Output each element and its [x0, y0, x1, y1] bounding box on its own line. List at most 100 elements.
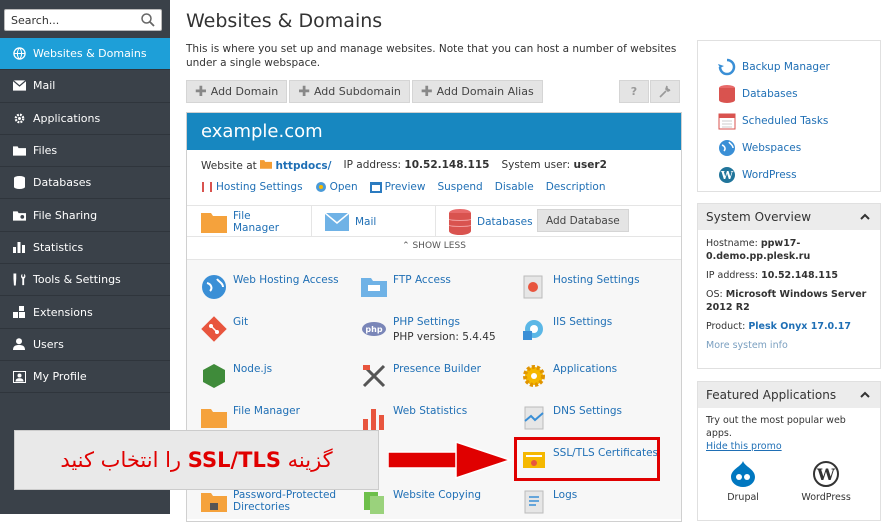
logs-icon	[524, 490, 544, 514]
web-statistics[interactable]: Web Statistics	[361, 405, 467, 431]
sidebar-item-databases[interactable]: Databases	[0, 167, 170, 200]
wordpress-link[interactable]: W WordPress	[718, 161, 860, 188]
databases-link[interactable]: Databases	[718, 80, 860, 107]
webspaces-link[interactable]: Webspaces	[718, 134, 860, 161]
disable-link[interactable]: Disable	[495, 181, 534, 193]
sidebar-item-tools-settings[interactable]: Tools & Settings	[0, 264, 170, 297]
domain-name[interactable]: example.com	[187, 113, 681, 150]
sidebar-item-file-sharing[interactable]: File Sharing	[0, 199, 170, 232]
applications[interactable]: Applications	[521, 363, 617, 389]
chevron-up-icon[interactable]	[858, 388, 872, 402]
search-box[interactable]	[4, 9, 162, 31]
file-manager[interactable]: File Manager	[201, 405, 300, 431]
featured-applications-header[interactable]: Featured Applications	[698, 382, 880, 408]
system-overview-panel: System Overview Hostname: ppw17-0.demo.p…	[697, 203, 881, 369]
show-less-toggle[interactable]: ⌃ SHOW LESS	[187, 241, 681, 251]
annotation-prefix: گزینه	[287, 448, 333, 472]
git[interactable]: Git	[201, 316, 248, 342]
svg-text:W: W	[720, 169, 734, 182]
hosting-settings-link[interactable]: Hosting Settings	[201, 181, 303, 193]
system-overview-header[interactable]: System Overview	[698, 204, 880, 230]
hide-promo-link[interactable]: Hide this promo	[706, 441, 782, 452]
wordpress-app-label: WordPress	[801, 492, 851, 503]
scheduled-tasks-link[interactable]: Scheduled Tasks	[718, 107, 860, 134]
sidebar-item-my-profile[interactable]: My Profile	[0, 361, 170, 394]
product-row: Product: Plesk Onyx 17.0.17	[706, 320, 872, 333]
ip-label: IP address:	[343, 159, 402, 171]
ftp-access[interactable]: FTP Access	[361, 274, 451, 300]
plus-icon: ✚	[298, 83, 310, 100]
database-icon	[12, 176, 26, 190]
web-hosting-access[interactable]: Web Hosting Access	[201, 274, 339, 300]
more-system-info-row: More system info	[706, 339, 872, 352]
user-icon	[12, 337, 26, 351]
php-settings-label: PHP Settings	[393, 316, 460, 328]
logs[interactable]: Logs	[521, 489, 577, 515]
disable-label: Disable	[494, 181, 534, 193]
webspaces-label: Webspaces	[742, 141, 802, 154]
preview-link[interactable]: Preview	[369, 181, 426, 193]
quick-databases[interactable]: Databases	[449, 206, 533, 237]
nodejs[interactable]: Node.js	[201, 363, 272, 389]
sidebar-item-websites-domains[interactable]: Websites & Domains	[0, 38, 170, 71]
search-icon[interactable]	[140, 12, 156, 28]
featured-applications-body: Try out the most popular web apps. Hide …	[698, 408, 880, 510]
description-label: Description	[545, 181, 606, 193]
password-protected-directories[interactable]: Password-Protected Directories	[201, 489, 343, 515]
search-input[interactable]	[5, 10, 135, 30]
domain-info: Website at httpdocs/ IP address: 10.52.1…	[201, 159, 607, 172]
svg-text:php: php	[365, 325, 382, 334]
iis-settings[interactable]: IIS Settings	[521, 316, 612, 342]
drupal-app[interactable]: Drupal	[727, 461, 759, 504]
quick-mail[interactable]: Mail	[325, 206, 376, 237]
backup-icon	[718, 58, 736, 75]
description-link[interactable]: Description	[546, 181, 606, 193]
backup-manager-link[interactable]: Backup Manager	[718, 53, 860, 80]
ftp-access-icon	[361, 278, 387, 297]
add-domain-alias-label: Add Domain Alias	[436, 85, 534, 98]
dns-settings[interactable]: DNS Settings	[521, 405, 622, 431]
add-database-button[interactable]: Add Database	[537, 209, 629, 232]
ip-label: IP address:	[706, 270, 759, 281]
sidebar-item-mail[interactable]: Mail	[0, 70, 170, 103]
quick-file-manager[interactable]: File Manager	[201, 206, 283, 237]
calendar-icon	[718, 113, 736, 129]
suspend-link[interactable]: Suspend	[437, 181, 482, 193]
dns-settings-icon	[524, 406, 544, 430]
sidebar-item-extensions[interactable]: Extensions	[0, 296, 170, 329]
chevron-up-icon[interactable]	[858, 210, 872, 224]
hosting-settings[interactable]: Hosting Settings	[521, 274, 640, 300]
quick-mail-label: Mail	[355, 215, 377, 228]
quick-databases-label: Databases	[477, 215, 533, 228]
add-domain-alias-button[interactable]: ✚ Add Domain Alias	[411, 80, 543, 103]
presence-builder[interactable]: Presence Builder	[361, 363, 481, 389]
folder-icon	[12, 144, 26, 158]
add-domain-button[interactable]: ✚ Add Domain	[186, 80, 288, 103]
help-button[interactable]: ?	[619, 80, 649, 103]
sidebar-item-applications[interactable]: Applications	[0, 103, 170, 135]
divider	[311, 206, 312, 237]
product-link[interactable]: Plesk Onyx 17.0.17	[748, 321, 851, 332]
web-statistics-label: Web Statistics	[393, 405, 468, 417]
httpdocs-link[interactable]: httpdocs/	[275, 160, 331, 172]
sidebar-item-files[interactable]: Files	[0, 135, 170, 168]
product-label: Product:	[706, 321, 746, 332]
featured-applications-title: Featured Applications	[706, 388, 837, 402]
website-copying-label: Website Copying	[393, 489, 482, 501]
system-overview-body: Hostname: ppw17-0.demo.pp.plesk.ru IP ad…	[698, 230, 880, 365]
sidebar-item-users[interactable]: Users	[0, 329, 170, 361]
php-settings[interactable]: php PHP Settings PHP version: 5.4.45	[361, 316, 496, 343]
sidebar-item-label: Files	[33, 144, 58, 158]
wordpress-app[interactable]: W WordPress	[801, 461, 851, 504]
tools-button[interactable]	[650, 80, 680, 103]
sidebar-item-statistics[interactable]: Statistics	[0, 232, 170, 265]
hosting-settings-icon	[523, 275, 543, 299]
presence-builder-label: Presence Builder	[393, 363, 481, 375]
add-subdomain-button[interactable]: ✚ Add Subdomain	[289, 80, 410, 103]
open-link[interactable]: Open	[315, 181, 358, 193]
more-system-info-link[interactable]: More system info	[706, 340, 788, 351]
website-copying[interactable]: Website Copying	[361, 489, 481, 515]
preview-label: Preview	[384, 181, 426, 193]
ip-value: 10.52.148.115	[761, 270, 839, 281]
sidebar-item-label: Websites & Domains	[33, 47, 147, 61]
